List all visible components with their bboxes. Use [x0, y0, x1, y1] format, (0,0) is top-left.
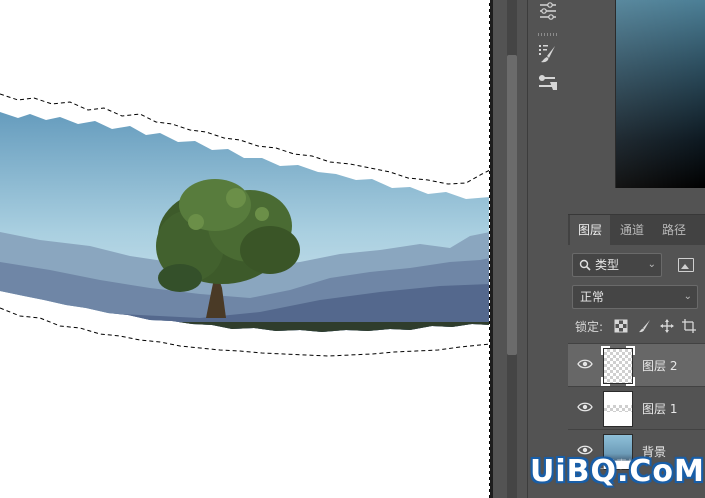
layer-name[interactable]: 背景 — [642, 443, 666, 460]
layers-panel-area: 图层 通道 路径 类型 ⌄ 正常 ⌄ 锁定: 图层 2 图层 1 背景 — [568, 0, 705, 498]
blend-mode-row: 正常 ⌄ — [572, 285, 705, 309]
tab-layers[interactable]: 图层 — [570, 215, 611, 245]
lock-image-pixels-icon[interactable] — [638, 319, 652, 333]
blend-mode-label: 正常 — [580, 290, 605, 304]
layer-row-background[interactable]: 背景 — [568, 429, 705, 472]
lock-position-icon[interactable] — [660, 319, 674, 333]
document-canvas[interactable] — [0, 0, 490, 498]
visibility-eye-icon[interactable] — [577, 444, 593, 456]
adjustments-icon[interactable] — [535, 0, 561, 24]
tab-channels[interactable]: 通道 — [612, 215, 652, 245]
layer-thumbnail — [601, 346, 635, 386]
search-icon — [579, 259, 591, 271]
chevron-down-icon: ⌄ — [683, 291, 692, 302]
lock-artboard-icon[interactable] — [682, 319, 696, 333]
lock-transparent-pixels-icon[interactable] — [614, 319, 628, 333]
blend-mode-select[interactable]: 正常 ⌄ — [572, 285, 698, 309]
chevron-down-icon: ⌄ — [647, 259, 656, 270]
filter-type-label: 类型 — [595, 258, 620, 272]
layer-row-layer-1[interactable]: 图层 1 — [568, 386, 705, 429]
panel-grip[interactable] — [538, 33, 558, 36]
lock-label: 锁定: — [575, 320, 604, 334]
layer-thumbnail — [603, 434, 633, 470]
layer-name[interactable]: 图层 2 — [642, 357, 677, 374]
landscape-image — [0, 112, 490, 332]
canvas-scrollbar[interactable] — [493, 0, 527, 498]
layer-name[interactable]: 图层 1 — [642, 400, 677, 417]
clone-source-icon[interactable] — [535, 72, 561, 96]
layer-thumbnail — [603, 391, 633, 427]
lock-row: 锁定: — [568, 314, 705, 338]
visibility-eye-icon[interactable] — [577, 401, 593, 413]
tab-paths[interactable]: 路径 — [654, 215, 694, 245]
color-picker-field[interactable] — [615, 0, 705, 188]
brush-settings-icon[interactable] — [535, 42, 561, 66]
visibility-eye-icon[interactable] — [577, 358, 593, 370]
pixel-layer-filter-icon[interactable] — [678, 258, 694, 272]
layer-row-layer-2[interactable]: 图层 2 — [568, 343, 705, 386]
collapsed-panel-strip — [527, 0, 569, 498]
canvas-artwork — [0, 93, 490, 357]
layer-filter-row: 类型 ⌄ — [572, 253, 705, 277]
layer-filter-select[interactable]: 类型 ⌄ — [572, 253, 662, 277]
scrollbar-thumb[interactable] — [507, 55, 517, 355]
panel-tab-strip: 图层 通道 路径 — [568, 214, 705, 245]
